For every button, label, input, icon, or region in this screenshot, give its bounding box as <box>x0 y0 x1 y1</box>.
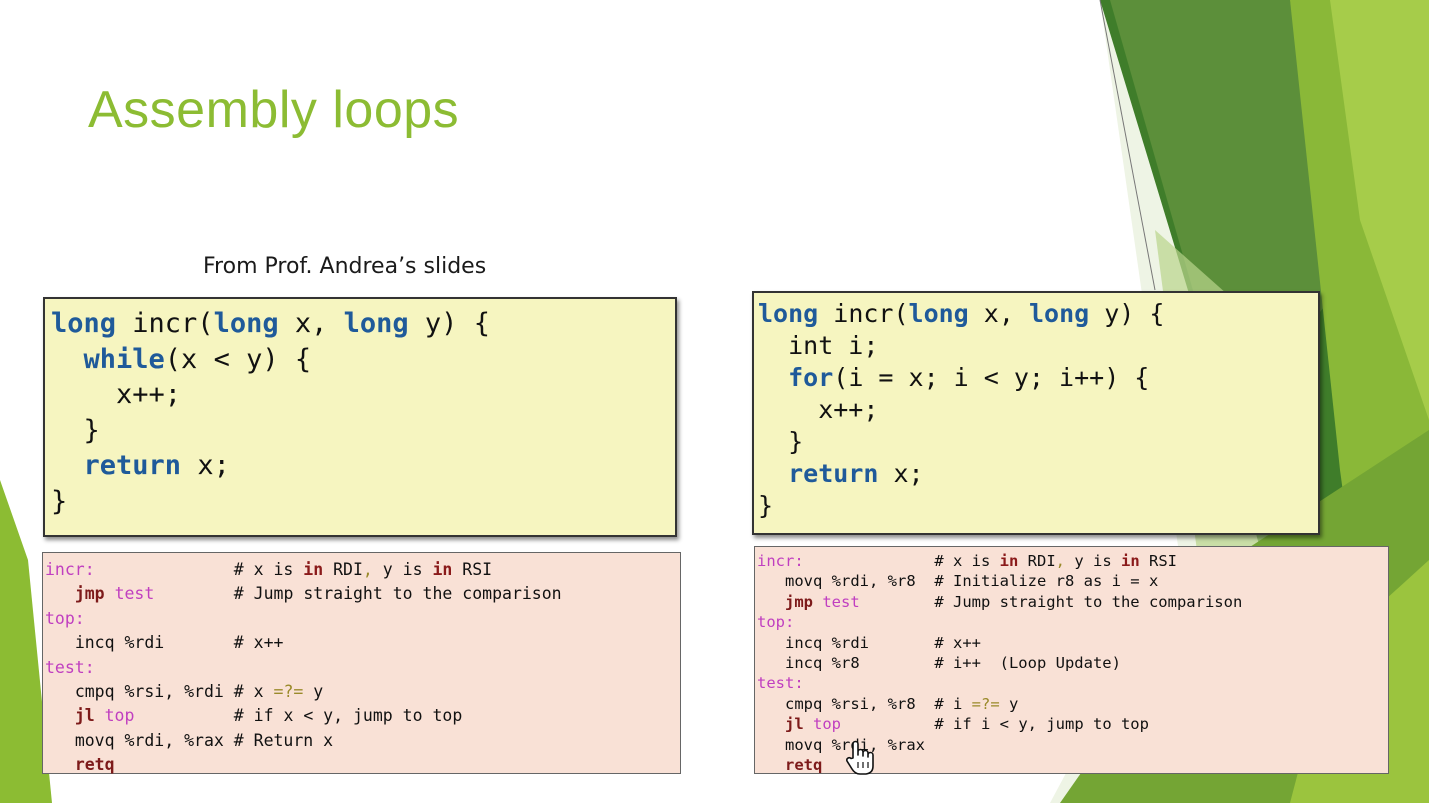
asm-line: jmp test # Jump straight to the comparis… <box>785 592 1243 611</box>
code-line: return x; <box>788 459 924 488</box>
asm-line: jmp test # Jump straight to the comparis… <box>74 584 562 604</box>
code-line: int i; <box>758 331 879 360</box>
asm-while-box: incr: # x is in RDI, y is in RSI jmp tes… <box>42 552 681 774</box>
code-line: } <box>758 427 804 456</box>
asm-line: movq %rdi, %rax # Return x <box>74 730 334 750</box>
c-code-for-box: long incr(long x, long y) { int i; for(i… <box>752 291 1320 535</box>
asm-line: incq %rdi # x++ <box>74 633 284 653</box>
asm-line: test: <box>45 657 95 677</box>
code-line: long incr(long x, long y) { <box>758 299 1165 328</box>
code-line: x++; <box>51 379 182 410</box>
code-line: for(i = x; i < y; i++) { <box>788 363 1150 392</box>
asm-line: movq %rdi, %r8 # Initialize r8 as i = x <box>785 572 1159 591</box>
asm-line: retq <box>74 755 115 775</box>
hand-pointer-icon <box>846 740 874 775</box>
asm-line: retq <box>785 756 823 775</box>
code-line: while(x < y) { <box>83 343 312 375</box>
slide-caption: From Prof. Andrea’s slides <box>203 254 487 279</box>
code-line: } <box>51 485 68 517</box>
asm-line: incr: # x is in RDI, y is in RSI <box>757 552 1177 570</box>
asm-line: test: <box>757 674 804 693</box>
asm-line: jl top # if i < y, jump to top <box>785 715 1149 734</box>
code-line: long incr(long x, long y) { <box>51 308 490 339</box>
asm-line: cmpq %rsi, %rdi # x =?= y <box>74 682 324 702</box>
code-line: } <box>51 414 100 446</box>
code-line: } <box>758 491 774 520</box>
asm-line: incr: # x is in RDI, y is in RSI <box>45 560 493 579</box>
slide-title: Assembly loops <box>88 81 460 139</box>
asm-line: incq %rdi # x++ <box>785 633 981 652</box>
asm-line: top: <box>757 613 795 632</box>
code-line: return x; <box>83 450 230 481</box>
asm-line: cmpq %rsi, %r8 # i =?= y <box>785 694 1019 713</box>
asm-line: top: <box>45 608 85 628</box>
code-line: x++; <box>758 395 879 424</box>
c-code-while-box: long incr(long x, long y) { while(x < y)… <box>43 297 677 537</box>
asm-line: incq %r8 # i++ (Loop Update) <box>785 654 1121 673</box>
asm-line: jl top # if x < y, jump to top <box>74 706 463 726</box>
asm-line: movq %rdi, %rax <box>785 735 925 754</box>
